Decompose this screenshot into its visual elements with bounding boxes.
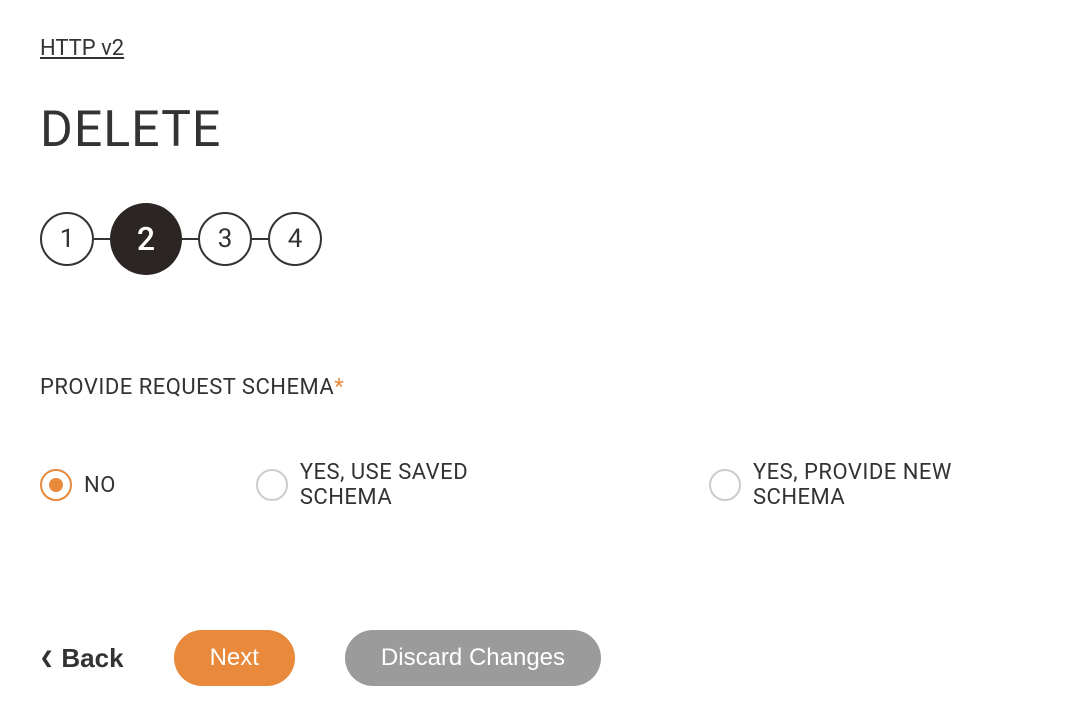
step-1[interactable]: 1 (40, 212, 94, 266)
radio-label: YES, PROVIDE NEW SCHEMA (753, 460, 1042, 510)
radio-label: YES, USE SAVED SCHEMA (300, 460, 559, 510)
radio-option-new-schema[interactable]: YES, PROVIDE NEW SCHEMA (709, 460, 1042, 510)
discard-changes-button[interactable]: Discard Changes (345, 630, 601, 686)
required-asterisk: * (334, 375, 344, 400)
step-4[interactable]: 4 (268, 212, 322, 266)
back-button[interactable]: ❮ Back (40, 643, 124, 674)
button-row: ❮ Back Next Discard Changes (40, 630, 1042, 686)
radio-option-no[interactable]: NO (40, 460, 116, 510)
section-label-text: PROVIDE REQUEST SCHEMA (40, 375, 334, 400)
section-label: PROVIDE REQUEST SCHEMA* (40, 375, 1042, 400)
radio-circle-icon (256, 469, 288, 501)
chevron-left-icon: ❮ (40, 648, 53, 668)
radio-option-saved-schema[interactable]: YES, USE SAVED SCHEMA (256, 460, 559, 510)
radio-group: NO YES, USE SAVED SCHEMA YES, PROVIDE NE… (40, 460, 1042, 510)
back-button-label: Back (61, 643, 123, 674)
stepper: 1 2 3 4 (40, 203, 1042, 275)
radio-label: NO (84, 473, 116, 498)
breadcrumb-link[interactable]: HTTP v2 (40, 36, 124, 61)
step-connector (182, 238, 198, 240)
step-2[interactable]: 2 (110, 203, 182, 275)
step-connector (252, 238, 268, 240)
radio-circle-icon (40, 469, 72, 501)
next-button[interactable]: Next (174, 630, 295, 686)
page-title: DELETE (40, 101, 1042, 159)
radio-dot-icon (49, 478, 63, 492)
step-connector (94, 238, 110, 240)
radio-circle-icon (709, 469, 741, 501)
step-3[interactable]: 3 (198, 212, 252, 266)
